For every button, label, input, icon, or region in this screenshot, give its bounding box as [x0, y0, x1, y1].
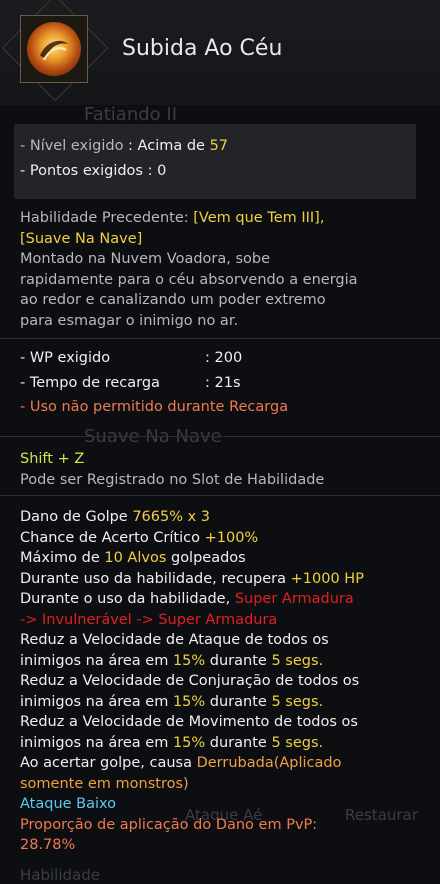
tooltip-header: Subida Ao Céu	[0, 0, 440, 105]
costs-section: - WP exigido : 200 - Tempo de recarga : …	[0, 348, 440, 418]
effect-pvp-ratio-value: 28.78%	[20, 837, 76, 853]
effect-attack-speed-2: inimigos na área em 15% durante 5 segs.	[0, 651, 440, 672]
cooldown: - Tempo de recarga : 21s	[0, 373, 440, 394]
knockdown-value-1: Derrubada(Aplicado	[196, 755, 342, 771]
effect-hp-recover: Durante uso da habilidade, recupera +100…	[0, 569, 440, 590]
effects-section: Dano de Golpe 7665% x 3 Chance de Acerto…	[0, 507, 440, 856]
effect-low-attack: Ataque Baixo	[20, 796, 117, 812]
cooldown-note: - Uso não permitido durante Recarga	[20, 399, 289, 415]
knockdown-label: Ao acertar golpe, causa	[20, 755, 197, 771]
effect-crit: Chance de Acerto Crítico +100%	[0, 528, 440, 549]
prereq-label: Habilidade Precedente:	[20, 210, 194, 226]
effect-knockdown-note: somente em monstros)	[20, 775, 189, 792]
description-text-3: ao redor e canalizando um poder extremo	[20, 292, 326, 308]
damage-value: 7665% x 3	[132, 509, 211, 525]
move-speed-time: 5 segs.	[271, 734, 324, 751]
divider	[0, 436, 440, 437]
armor-value-1: Super Armadura	[234, 591, 354, 607]
crit-label: Chance de Acerto Crítico	[20, 529, 205, 546]
prereq-line: Habilidade Precedente: [Vem que Tem III]…	[0, 208, 440, 229]
max-targets-suffix: golpeados	[166, 550, 246, 566]
damage-label: Dano de Golpe	[20, 509, 133, 525]
divider	[0, 338, 440, 339]
divider	[0, 495, 440, 496]
attack-speed-time: 5 segs.	[271, 652, 324, 669]
effect-move-speed-1: Reduz a Velocidade de Movimento de todos…	[20, 714, 358, 730]
effect-attack-speed-1: Reduz a Velocidade de Ataque de todos os	[20, 632, 329, 648]
hp-label: Durante uso da habilidade, recupera	[20, 570, 291, 587]
move-speed-pct: 15%	[172, 734, 206, 751]
attack-speed-text: inimigos na área em	[20, 652, 173, 669]
cast-speed-during: durante	[205, 693, 272, 710]
background-bottom-left: Habilidade	[20, 866, 100, 884]
hp-value: +1000 HP	[290, 570, 364, 587]
cast-speed-pct: 15%	[172, 693, 206, 710]
background-skill-fatiando: Fatiando II	[84, 104, 178, 125]
crit-value: +100%	[204, 529, 259, 546]
move-speed-text: inimigos na área em	[20, 734, 173, 751]
description-text-4: para esmagar o inimigo no ar.	[20, 312, 239, 329]
required-level-value: 57	[209, 138, 229, 154]
effect-pvp-ratio-label: Proporção de aplicação do Dano em PvP:	[20, 816, 318, 833]
fire-swirl-icon	[40, 40, 68, 61]
attack-speed-during: durante	[205, 652, 272, 669]
attack-speed-pct: 15%	[172, 652, 206, 669]
effect-invulnerable: -> Invulnerável -> Super Armadura	[20, 611, 278, 628]
armor-label: Durante o uso da habilidade,	[20, 591, 235, 607]
required-level: - Nível exigido : Acima de 57	[0, 136, 440, 157]
effect-super-armor: Durante o uso da habilidade, Super Armad…	[0, 589, 440, 610]
required-level-sep: : Acima de	[123, 138, 210, 154]
description-text-1: Montado na Nuvem Voadora, sobe	[20, 251, 271, 267]
description-section: Habilidade Precedente: [Vem que Tem III]…	[0, 208, 440, 331]
prereq-skill-1: [Vem que Tem III],	[193, 210, 325, 226]
cast-speed-time: 5 segs.	[271, 693, 324, 710]
description-text-2: rapidamente para o céu absorvendo a ener…	[20, 271, 358, 288]
wp-required: - WP exigido : 200	[0, 348, 440, 369]
prereq-skill-2: [Suave Na Nave]	[20, 230, 143, 247]
wp-label: - WP exigido	[20, 350, 111, 366]
effect-max-targets: Máximo de 10 Alvos golpeados	[0, 548, 440, 569]
requirements-section: - Nível exigido : Acima de 57 - Pontos e…	[0, 136, 440, 181]
required-level-label: - Nível exigido	[20, 138, 124, 154]
effect-cast-speed-2: inimigos na área em 15% durante 5 segs.	[0, 692, 440, 713]
cooldown-value: : 21s	[205, 374, 241, 391]
max-targets-value: 10 Alvos	[104, 550, 167, 566]
wp-value: : 200	[205, 350, 243, 366]
skill-title: Subida Ao Céu	[122, 36, 283, 61]
effect-damage: Dano de Golpe 7665% x 3	[0, 507, 440, 528]
max-targets-label: Máximo de	[20, 550, 105, 566]
command-section: Shift + Z Pode ser Registrado no Slot de…	[0, 449, 440, 490]
effect-move-speed-2: inimigos na área em 15% durante 5 segs.	[0, 733, 440, 754]
command-slot-note: Pode ser Registrado no Slot de Habilidad…	[20, 471, 325, 488]
move-speed-during: durante	[205, 734, 272, 751]
command-keys: Shift + Z	[20, 451, 85, 467]
effect-cast-speed-1: Reduz a Velocidade de Conjuração de todo…	[20, 673, 360, 689]
cast-speed-text: inimigos na área em	[20, 693, 173, 710]
required-points: - Pontos exigidos : 0	[20, 162, 167, 179]
effect-knockdown: Ao acertar golpe, causa Derrubada(Aplica…	[0, 753, 440, 774]
cooldown-label: - Tempo de recarga	[20, 374, 160, 391]
